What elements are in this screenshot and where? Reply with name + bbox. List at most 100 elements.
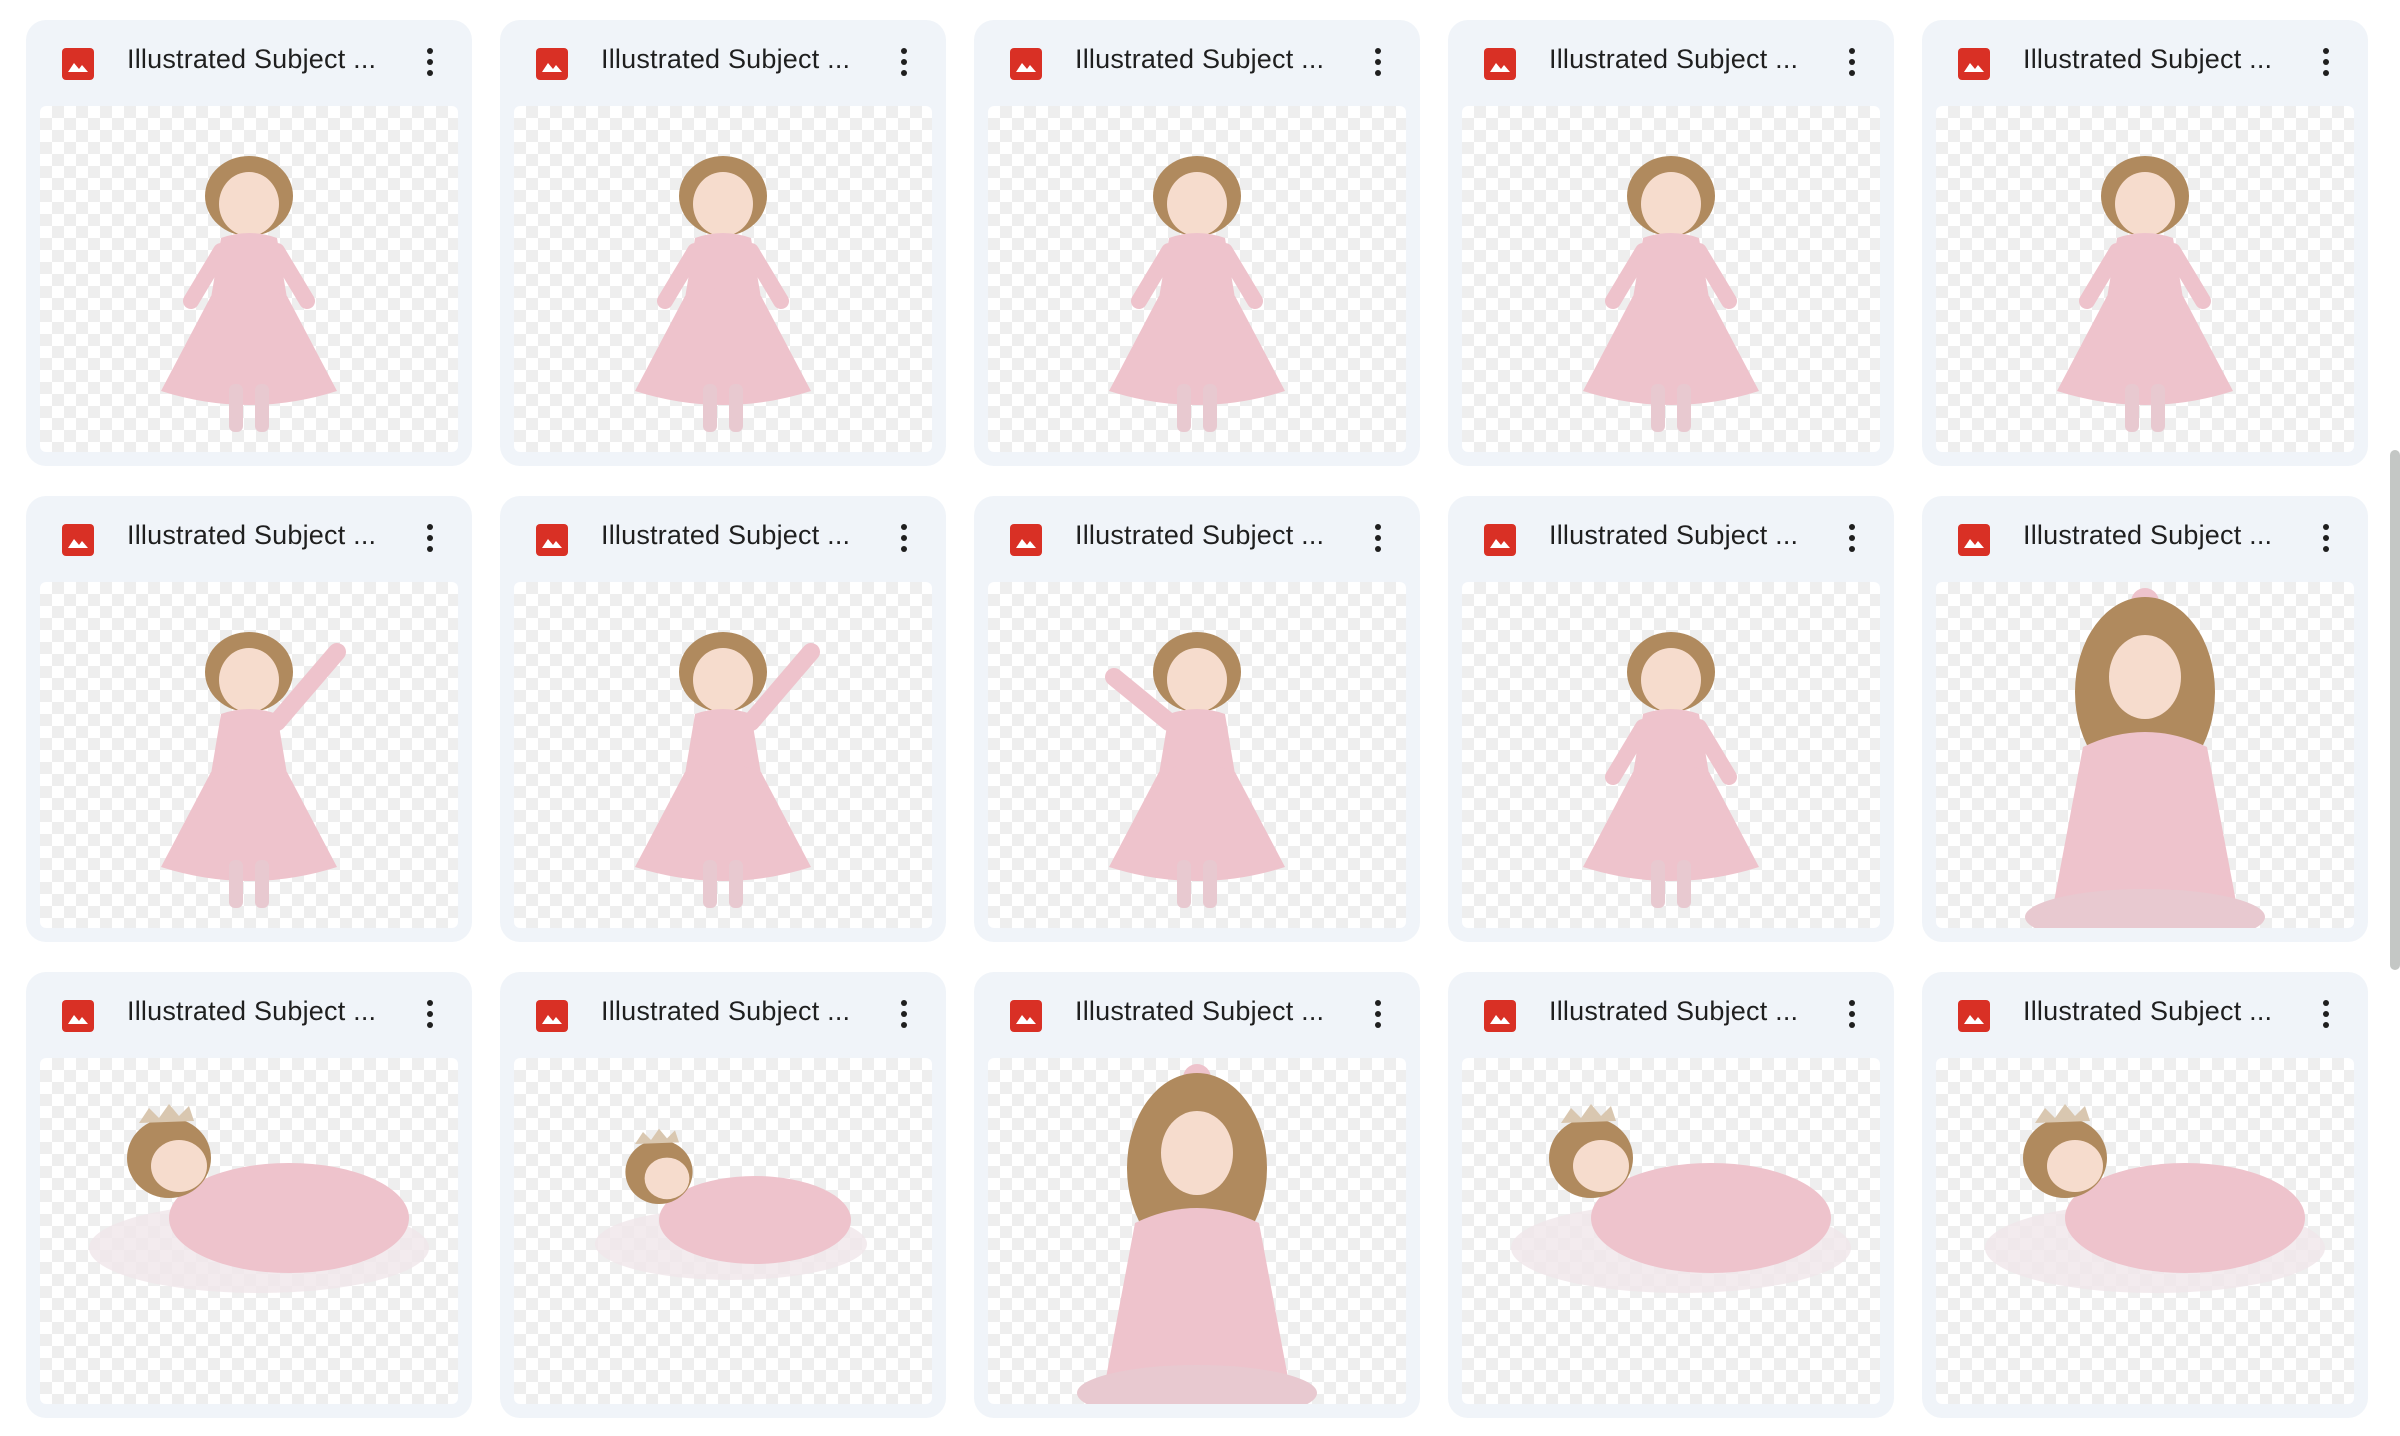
- illustration: [1077, 1064, 1317, 1404]
- more-vert-icon[interactable]: [882, 516, 926, 560]
- file-name: Illustrated Subject ...: [2023, 44, 2273, 74]
- file-card-header: Illustrated Subject ...: [26, 972, 472, 1058]
- more-vert-icon[interactable]: [882, 40, 926, 84]
- file-card[interactable]: Illustrated Subject ...: [26, 496, 472, 942]
- file-thumbnail[interactable]: [1936, 106, 2354, 452]
- file-card[interactable]: Illustrated Subject ...: [1922, 972, 2368, 1418]
- file-card-header: Illustrated Subject ...: [974, 496, 1420, 582]
- file-thumbnail[interactable]: [1936, 582, 2354, 928]
- more-vert-icon[interactable]: [408, 40, 452, 84]
- image-file-icon: [1958, 524, 1990, 556]
- file-thumbnail[interactable]: [1936, 1058, 2354, 1404]
- file-card[interactable]: Illustrated Subject ...: [500, 496, 946, 942]
- file-grid: Illustrated Subject ... Illustrated Subj…: [26, 20, 2368, 1418]
- illustration: [1583, 156, 1759, 432]
- file-thumbnail[interactable]: [988, 106, 1406, 452]
- file-thumbnail[interactable]: [1462, 106, 1880, 452]
- more-vert-icon[interactable]: [1830, 40, 1874, 84]
- illustration: [635, 632, 820, 908]
- file-name: Illustrated Subject ...: [2023, 520, 2273, 550]
- file-card[interactable]: Illustrated Subject ...: [974, 20, 1420, 466]
- more-vert-icon[interactable]: [2304, 992, 2348, 1036]
- image-file-icon: [62, 1000, 94, 1032]
- more-vert-icon[interactable]: [1356, 992, 1400, 1036]
- more-vert-icon[interactable]: [882, 992, 926, 1036]
- file-card-header: Illustrated Subject ...: [500, 972, 946, 1058]
- file-thumbnail[interactable]: [40, 582, 458, 928]
- illustration: [635, 156, 811, 432]
- file-name: Illustrated Subject ...: [127, 996, 377, 1026]
- image-file-icon: [62, 524, 94, 556]
- file-name: Illustrated Subject ...: [601, 520, 851, 550]
- more-vert-icon[interactable]: [408, 516, 452, 560]
- illustration: [161, 156, 337, 432]
- file-name: Illustrated Subject ...: [601, 44, 851, 74]
- image-file-icon: [1010, 1000, 1042, 1032]
- file-name: Illustrated Subject ...: [1549, 996, 1799, 1026]
- file-card-header: Illustrated Subject ...: [1922, 972, 2368, 1058]
- more-vert-icon[interactable]: [1830, 516, 1874, 560]
- file-card[interactable]: Illustrated Subject ...: [1448, 20, 1894, 466]
- image-file-icon: [536, 48, 568, 80]
- more-vert-icon[interactable]: [1830, 992, 1874, 1036]
- file-thumbnail[interactable]: [514, 1058, 932, 1404]
- file-thumbnail[interactable]: [988, 582, 1406, 928]
- file-card[interactable]: Illustrated Subject ...: [1922, 496, 2368, 942]
- illustration: [1105, 632, 1285, 908]
- image-file-icon: [1010, 48, 1042, 80]
- scrollbar[interactable]: [2390, 450, 2400, 970]
- file-card-header: Illustrated Subject ...: [1448, 496, 1894, 582]
- file-card-header: Illustrated Subject ...: [974, 20, 1420, 106]
- illustration: [1985, 1104, 2325, 1293]
- illustration: [2025, 588, 2265, 928]
- file-name: Illustrated Subject ...: [127, 520, 377, 550]
- image-file-icon: [1484, 1000, 1516, 1032]
- file-name: Illustrated Subject ...: [1075, 996, 1325, 1026]
- file-card-header: Illustrated Subject ...: [1922, 20, 2368, 106]
- illustration: [2057, 156, 2233, 432]
- file-card[interactable]: Illustrated Subject ...: [1922, 20, 2368, 466]
- image-file-icon: [1484, 48, 1516, 80]
- more-vert-icon[interactable]: [408, 992, 452, 1036]
- file-card-header: Illustrated Subject ...: [26, 496, 472, 582]
- file-card[interactable]: Illustrated Subject ...: [974, 496, 1420, 942]
- file-card-header: Illustrated Subject ...: [974, 972, 1420, 1058]
- more-vert-icon[interactable]: [1356, 40, 1400, 84]
- file-thumbnail[interactable]: [514, 106, 932, 452]
- file-thumbnail[interactable]: [40, 106, 458, 452]
- file-thumbnail[interactable]: [1462, 1058, 1880, 1404]
- illustration: [1109, 156, 1285, 432]
- file-name: Illustrated Subject ...: [1549, 44, 1799, 74]
- image-file-icon: [1010, 524, 1042, 556]
- file-name: Illustrated Subject ...: [1549, 520, 1799, 550]
- file-thumbnail[interactable]: [1462, 582, 1880, 928]
- more-vert-icon[interactable]: [2304, 40, 2348, 84]
- file-card[interactable]: Illustrated Subject ...: [500, 972, 946, 1418]
- file-card[interactable]: Illustrated Subject ...: [26, 972, 472, 1418]
- more-vert-icon[interactable]: [2304, 516, 2348, 560]
- file-card-header: Illustrated Subject ...: [1448, 972, 1894, 1058]
- illustration: [595, 1128, 867, 1280]
- file-card[interactable]: Illustrated Subject ...: [1448, 972, 1894, 1418]
- file-name: Illustrated Subject ...: [2023, 996, 2273, 1026]
- file-card[interactable]: Illustrated Subject ...: [974, 972, 1420, 1418]
- image-file-icon: [1958, 1000, 1990, 1032]
- more-vert-icon[interactable]: [1356, 516, 1400, 560]
- file-card-header: Illustrated Subject ...: [500, 496, 946, 582]
- file-thumbnail[interactable]: [988, 1058, 1406, 1404]
- file-card-header: Illustrated Subject ...: [1922, 496, 2368, 582]
- file-thumbnail[interactable]: [40, 1058, 458, 1404]
- file-card[interactable]: Illustrated Subject ...: [1448, 496, 1894, 942]
- file-thumbnail[interactable]: [514, 582, 932, 928]
- illustration: [89, 1104, 429, 1293]
- file-card[interactable]: Illustrated Subject ...: [26, 20, 472, 466]
- file-card-header: Illustrated Subject ...: [1448, 20, 1894, 106]
- file-name: Illustrated Subject ...: [1075, 520, 1325, 550]
- illustration: [161, 632, 346, 908]
- file-name: Illustrated Subject ...: [127, 44, 377, 74]
- image-file-icon: [536, 524, 568, 556]
- image-file-icon: [536, 1000, 568, 1032]
- image-file-icon: [1958, 48, 1990, 80]
- file-card[interactable]: Illustrated Subject ...: [500, 20, 946, 466]
- image-file-icon: [1484, 524, 1516, 556]
